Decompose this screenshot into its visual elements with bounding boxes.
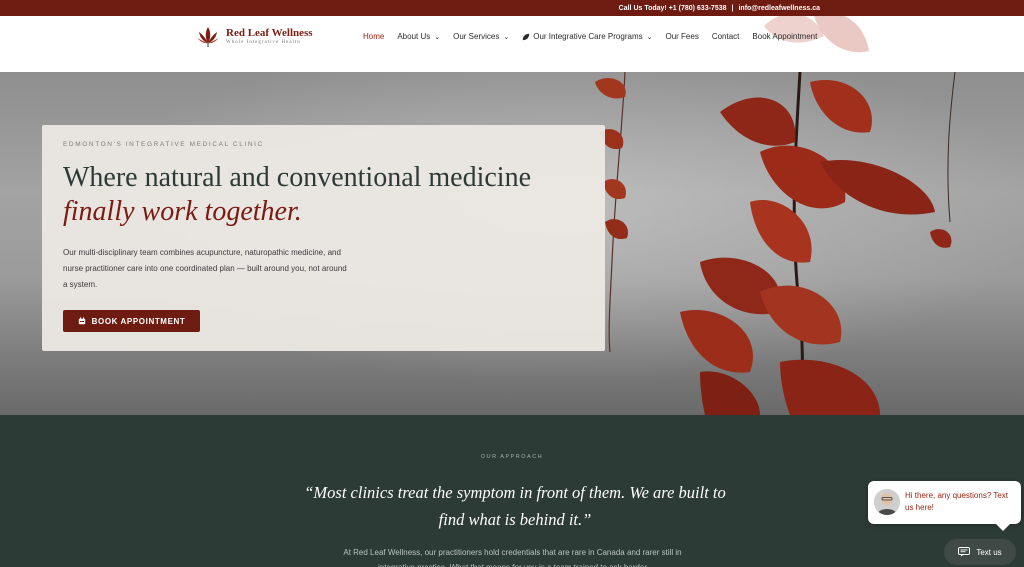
hero-headline-accent: finally work together. — [63, 196, 302, 227]
nav-our-services[interactable]: Our Services ⌄ — [453, 32, 509, 41]
message-icon — [958, 547, 971, 557]
main-nav: Home About Us ⌄ Our Services ⌄ Our Integ… — [363, 32, 830, 41]
nav-about-us-label: About Us — [397, 32, 431, 41]
chat-greeting-bubble[interactable]: Hi there, any questions? Text us here! — [868, 481, 1021, 531]
nav-home[interactable]: Home — [363, 32, 384, 41]
book-appointment-label: BOOK APPOINTMENT — [91, 316, 186, 326]
lotus-icon — [197, 27, 219, 47]
nav-our-fees[interactable]: Our Fees — [665, 32, 698, 41]
hero-section: EDMONTON'S INTEGRATIVE MEDICAL CLINIC Wh… — [0, 72, 1024, 415]
brand-logo[interactable]: Red Leaf Wellness Whole Integrative Heal… — [196, 24, 313, 48]
email-link[interactable]: info@redleafwellness.ca — [738, 5, 820, 12]
book-appointment-button[interactable]: BOOK APPOINTMENT — [63, 310, 200, 332]
chat-greeting-text: Hi there, any questions? Text us here! — [905, 491, 1009, 512]
approach-eyebrow: OUR APPROACH — [480, 454, 544, 460]
chevron-down-icon: ⌄ — [503, 33, 510, 41]
nav-book-appointment[interactable]: Book Appointment — [752, 32, 817, 41]
nav-contact-label: Contact — [711, 32, 740, 41]
call-us-text[interactable]: Call Us Today! +1 (780) 633-7538 — [619, 5, 727, 12]
approach-quote: “Most clinics treat the symptom in front… — [304, 483, 726, 529]
hero-description: Our multi-disciplinary team combines acu… — [63, 248, 347, 289]
brand-tagline: Whole Integrative Health — [226, 39, 301, 45]
nav-contact[interactable]: Contact — [712, 32, 740, 41]
hero-eyebrow: EDMONTON'S INTEGRATIVE MEDICAL CLINIC — [63, 141, 264, 148]
leaf-icon — [523, 33, 530, 40]
nav-integrative-care-programs[interactable]: Our Integrative Care Programs ⌄ — [522, 32, 652, 41]
calendar-icon — [78, 317, 85, 325]
site-header: Red Leaf Wellness Whole Integrative Heal… — [0, 16, 1024, 72]
nav-book-appointment-label: Book Appointment — [752, 32, 818, 41]
text-us-label: Text us — [976, 547, 1002, 557]
chevron-down-icon: ⌄ — [646, 33, 653, 41]
nav-our-fees-label: Our Fees — [665, 32, 699, 41]
nav-about-us[interactable]: About Us ⌄ — [397, 32, 440, 41]
top-contact-bar: Call Us Today! +1 (780) 633-7538 | info@… — [0, 0, 1024, 16]
nav-home-label: Home — [363, 32, 385, 41]
brand-name: Red Leaf Wellness — [226, 26, 313, 39]
topbar-separator: | — [731, 4, 734, 12]
nav-our-services-label: Our Services — [453, 32, 500, 41]
chevron-down-icon: ⌄ — [434, 33, 441, 41]
hero-card: EDMONTON'S INTEGRATIVE MEDICAL CLINIC Wh… — [42, 125, 605, 351]
text-us-button[interactable]: Text us — [944, 539, 1016, 565]
approach-body: At Red Leaf Wellness, our practitioners … — [343, 548, 682, 567]
nav-integrative-care-programs-label: Our Integrative Care Programs — [533, 32, 643, 41]
avatar — [874, 489, 900, 515]
hero-headline: Where natural and conventional medicine — [63, 162, 532, 193]
leaf-decoration — [764, 16, 869, 53]
